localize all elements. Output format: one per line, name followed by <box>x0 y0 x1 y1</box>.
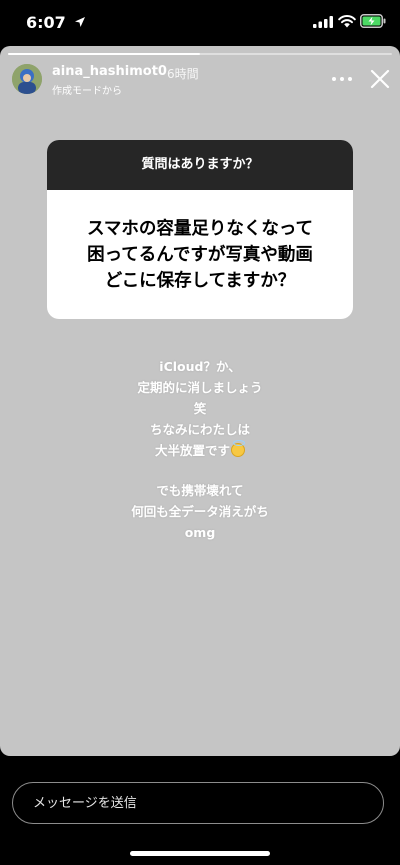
story-subtitle[interactable]: 作成モードから <box>52 82 122 97</box>
cellular-signal-icon <box>313 16 333 28</box>
home-indicator <box>130 851 270 856</box>
avatar-image <box>12 64 42 94</box>
status-time: 6:07 <box>26 13 66 32</box>
reply-line: iCloud？か、 <box>159 359 241 374</box>
reply-line: でも携帯壊れて <box>156 483 244 498</box>
reply-line: omg <box>184 525 216 540</box>
reply-text-block: でも携帯壊れて 何回も全データ消えがち omg <box>0 480 400 543</box>
avatar[interactable] <box>12 64 42 94</box>
story-view[interactable]: aina_hashimot0 6時間 作成モードから 質問はありますか？ スマホ… <box>0 46 400 756</box>
reply-line: 笑 <box>193 401 207 416</box>
question-line: 困ってるんですが写真や動画 <box>87 244 313 265</box>
reply-line: 定期的に消しましょう <box>137 380 263 395</box>
question-sticker-body: スマホの容量足りなくなって 困ってるんですが写真や動画 どこに保存してますか？ <box>47 190 353 319</box>
reply-line: 何回も全データ消えがち <box>131 504 269 519</box>
question-line: スマホの容量足りなくなって <box>86 218 314 239</box>
smiling-face-with-halo-icon <box>231 440 245 457</box>
close-icon[interactable] <box>370 69 390 89</box>
reply-line-text: 大半放置です <box>154 443 230 458</box>
story-progress-fill <box>8 53 200 55</box>
wifi-icon <box>338 15 356 28</box>
message-input[interactable] <box>12 782 384 824</box>
location-arrow-icon <box>75 17 85 27</box>
status-bar: 6:07 <box>0 0 400 46</box>
reply-line: 大半放置です <box>0 440 400 461</box>
story-progress-bar <box>8 53 392 55</box>
reply-line: ちなみにわたしは <box>149 422 250 437</box>
question-sticker-header: 質問はありますか？ <box>47 140 353 190</box>
reply-text-block: iCloud？か、 定期的に消しましょう 笑 ちなみにわたしは 大半放置です <box>0 356 400 461</box>
question-line: どこに保存してますか？ <box>104 270 296 291</box>
more-icon[interactable] <box>330 74 354 84</box>
battery-charging-icon <box>360 14 386 28</box>
question-sticker[interactable]: 質問はありますか？ スマホの容量足りなくなって 困ってるんですが写真や動画 どこ… <box>47 140 353 319</box>
story-time-ago: 6時間 <box>167 67 199 81</box>
story-username[interactable]: aina_hashimot0 <box>52 64 167 79</box>
